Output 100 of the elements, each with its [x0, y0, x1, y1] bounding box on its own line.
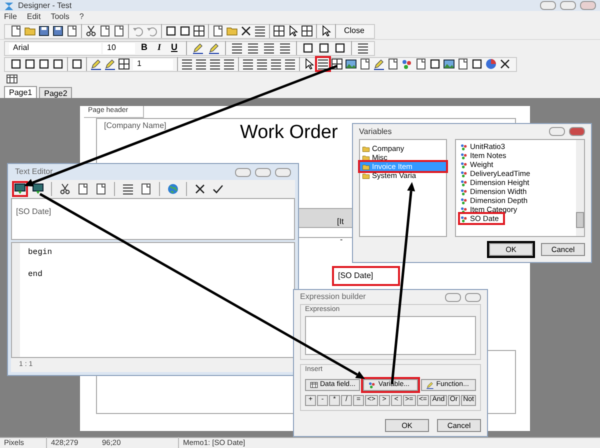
bold-button[interactable]: B	[137, 41, 152, 55]
cursor-icon[interactable]	[320, 25, 332, 37]
square-icon[interactable]	[38, 58, 50, 70]
close-toolbar-button[interactable]: Close	[338, 25, 370, 37]
pen-icon[interactable]	[373, 58, 385, 70]
check-icon[interactable]	[212, 183, 224, 195]
cursor-icon[interactable]	[287, 25, 299, 37]
italic-button[interactable]: I	[154, 41, 166, 55]
align-icon[interactable]	[317, 58, 329, 70]
variable-icon	[368, 381, 376, 389]
undo-icon[interactable]	[132, 25, 144, 37]
page-icon[interactable]	[457, 58, 469, 70]
square-icon[interactable]	[71, 58, 83, 70]
square-icon[interactable]	[334, 42, 346, 54]
page-icon[interactable]	[66, 25, 78, 37]
code-line: begin	[28, 247, 52, 259]
close-button[interactable]	[569, 127, 585, 136]
grid-icon[interactable]	[301, 25, 313, 37]
page-icon[interactable]	[99, 25, 111, 37]
page-icon[interactable]	[113, 25, 125, 37]
item-field: [It	[337, 216, 344, 228]
company-field: [Company Name]	[104, 120, 166, 132]
page-icon[interactable]	[140, 183, 152, 195]
page-icon[interactable]	[415, 58, 427, 70]
pie-chart-icon[interactable]	[485, 58, 497, 70]
grid-icon[interactable]	[273, 25, 285, 37]
pen-icon	[426, 381, 434, 389]
scissors-icon[interactable]	[59, 183, 71, 195]
page-tab[interactable]: Page2	[39, 87, 72, 98]
page-icon[interactable]	[359, 58, 371, 70]
page-icon[interactable]	[387, 58, 399, 70]
square-icon[interactable]	[10, 58, 22, 70]
font-size-combo[interactable]: 10	[103, 42, 135, 54]
image-icon[interactable]	[443, 58, 455, 70]
align-icon[interactable]	[256, 58, 268, 70]
square-icon[interactable]	[429, 58, 441, 70]
page-icon[interactable]	[10, 25, 22, 37]
align-icon[interactable]	[181, 58, 193, 70]
pen-icon[interactable]	[90, 58, 102, 70]
page-tab[interactable]: Page1	[4, 86, 38, 98]
align-icon[interactable]	[242, 58, 254, 70]
align-icon[interactable]	[230, 42, 243, 54]
cross-icon[interactable]	[194, 183, 206, 195]
page-icon[interactable]	[212, 25, 224, 37]
pen-icon[interactable]	[192, 42, 204, 54]
pen-icon[interactable]	[104, 58, 116, 70]
globe-icon[interactable]	[167, 183, 179, 195]
table-icon	[310, 381, 318, 389]
data-insert-icon[interactable]	[14, 183, 26, 195]
script-editor[interactable]: begin end	[11, 242, 295, 358]
square-icon[interactable]	[318, 42, 330, 54]
align-icon[interactable]	[270, 58, 282, 70]
align-icon[interactable]	[254, 25, 266, 37]
font-combo[interactable]: Arial	[9, 42, 101, 54]
underline-button[interactable]: U	[167, 41, 182, 55]
align-icon[interactable]	[284, 58, 296, 70]
align-icon[interactable]	[246, 42, 259, 54]
data-insert-icon[interactable]	[32, 183, 44, 195]
code-line: end	[28, 269, 44, 281]
align-icon[interactable]	[122, 183, 134, 195]
scissors-icon[interactable]	[85, 25, 97, 37]
align-icon[interactable]	[278, 42, 291, 54]
menu-item[interactable]: Edit	[26, 11, 41, 23]
expression-field[interactable]	[305, 316, 476, 354]
grid-icon[interactable]	[193, 25, 205, 37]
window-title: Expression builder	[300, 291, 366, 304]
align-icon[interactable]	[356, 42, 369, 54]
menu-item[interactable]: ?	[79, 11, 84, 23]
menu-item[interactable]: File	[4, 11, 17, 23]
undo-icon[interactable]	[146, 25, 158, 37]
square-icon[interactable]	[302, 42, 314, 54]
square-icon[interactable]	[24, 58, 36, 70]
square-icon[interactable]	[165, 25, 177, 37]
page-icon[interactable]	[77, 183, 89, 195]
align-icon[interactable]	[262, 42, 275, 54]
window-title: Variables	[359, 126, 392, 138]
window-title: Designer - Test	[18, 0, 72, 12]
table-icon[interactable]	[6, 73, 18, 85]
image-icon[interactable]	[345, 58, 357, 70]
variable-icon[interactable]	[401, 58, 413, 70]
align-icon[interactable]	[195, 58, 207, 70]
memo-text-area[interactable]: [SO Date]	[11, 198, 295, 240]
window-title: Text Editor	[15, 166, 53, 178]
scrollbar[interactable]	[576, 140, 584, 236]
report-title: Work Order	[240, 122, 338, 144]
dash-text: -	[340, 234, 343, 246]
menu-item[interactable]: Tools	[50, 11, 70, 23]
page-icon[interactable]	[95, 183, 107, 195]
grid-icon[interactable]	[118, 58, 130, 70]
square-icon[interactable]	[179, 25, 191, 37]
square-icon[interactable]	[471, 58, 483, 70]
square-icon[interactable]	[52, 58, 64, 70]
cursor-icon[interactable]	[303, 58, 315, 70]
align-icon[interactable]	[209, 58, 221, 70]
cross-icon[interactable]	[240, 25, 252, 37]
align-icon[interactable]	[223, 58, 235, 70]
pen-icon[interactable]	[208, 42, 220, 54]
app-icon	[4, 0, 14, 10]
cross-icon[interactable]	[499, 58, 511, 70]
line-width-combo[interactable]: 1	[133, 58, 173, 70]
